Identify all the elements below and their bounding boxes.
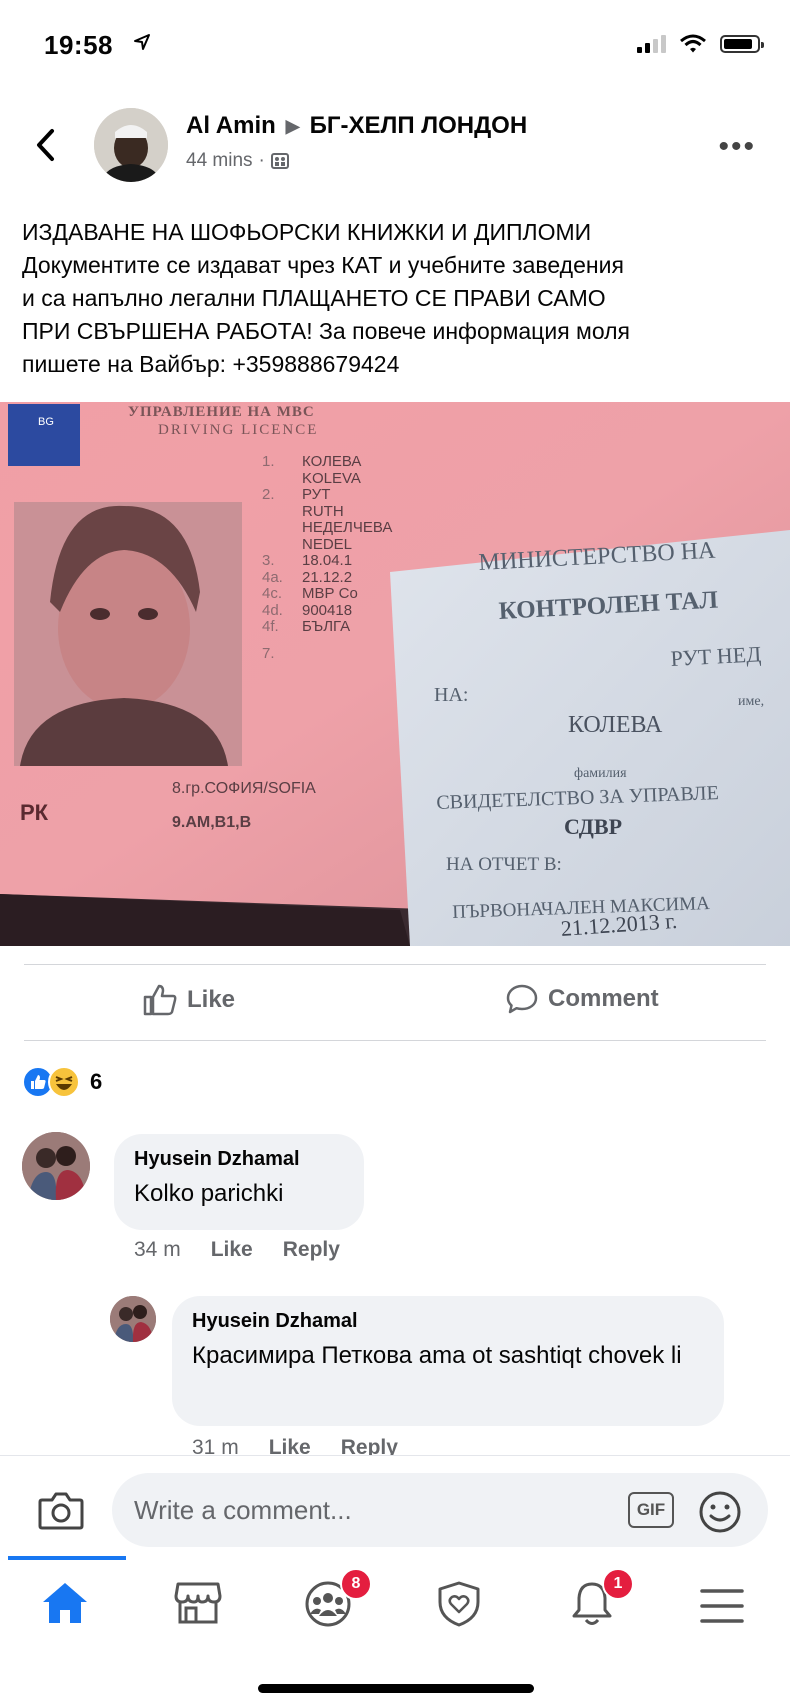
post-text-line: и са напълно легални ПЛАЩАНЕТО СЕ ПРАВИ … (22, 285, 606, 311)
licence-subheader: DRIVING LICENCE (158, 422, 319, 438)
licence-fields: 1. КОЛЕВА KOLEVA 2. РУТ RUTH НЕДЕЛЧЕВА NED… (262, 453, 393, 662)
nav-shield-icon[interactable] (436, 1580, 482, 1633)
licence-place: 8.гр.СОФИЯ/SOFIA (172, 780, 316, 797)
post-author[interactable]: Al Amin (186, 112, 276, 140)
licence-header: УПРАВЛЕНИЕ НА МВС (128, 404, 315, 420)
licence-field: 4f. БЪЛГА (262, 618, 351, 635)
comment-text: Kolko parichki (134, 1180, 284, 1207)
nav-menu-icon[interactable] (700, 1588, 744, 1629)
coupon-name: РУТ НЕД (670, 641, 762, 671)
licence-field: RUTH (302, 502, 344, 520)
arrow-right-icon: ▶ (285, 115, 300, 136)
comment-like-link[interactable]: Like (211, 1238, 253, 1262)
commenter-avatar[interactable] (110, 1296, 156, 1342)
licence-field: 4d. 900418 (262, 601, 353, 619)
post-meta: 44 mins · (186, 150, 289, 172)
post-text-line: ИЗДАВАНЕ НА ШОФЬОРСКИ КНИЖКИ И ДИПЛОМИ (22, 219, 592, 245)
commenter-avatar[interactable] (22, 1132, 90, 1200)
camera-icon[interactable] (38, 1490, 84, 1535)
coupon-familiya-label: фамилия (574, 766, 627, 781)
nav-home-icon[interactable] (40, 1580, 90, 1631)
more-options-icon[interactable]: ••• (718, 130, 756, 164)
location-arrow-icon (133, 33, 151, 56)
licence-country: BG (38, 416, 54, 428)
coupon-sdvr: СДВР (564, 814, 623, 839)
signal-icon (637, 35, 666, 53)
back-button[interactable] (34, 128, 56, 167)
nav-marketplace-icon[interactable] (174, 1580, 222, 1631)
divider (24, 964, 766, 965)
post-text-line: ПРИ СВЪРШЕНА РАБОТА! За повече информаци… (22, 318, 631, 344)
comment-author[interactable]: Hyusein Dzhamal (192, 1310, 704, 1333)
reactions-summary[interactable]: 6 (22, 1066, 102, 1098)
coupon-ime-label: име, (738, 694, 765, 709)
licence-field: 7. (262, 644, 275, 662)
home-indicator (258, 1684, 534, 1693)
comment-bubble: Hyusein Dzhamal Kolko parichki (114, 1134, 364, 1230)
divider (24, 1040, 766, 1041)
thumbs-up-icon (143, 984, 177, 1016)
reaction-count: 6 (90, 1069, 103, 1094)
comment-actions: 34 m Like Reply (134, 1238, 340, 1262)
post-group[interactable]: БГ-ХЕЛП ЛОНДОН (310, 112, 528, 140)
licence-field: KOLEVA (302, 469, 361, 487)
licence-field: НЕДЕЛЧЕВА (302, 519, 393, 536)
post-text-line: пишете на Вайбър: +359888679424 (22, 351, 400, 377)
coupon-otchet: НА ОТЧЕТ В: (446, 854, 562, 875)
emoji-icon[interactable] (698, 1490, 742, 1539)
post-text-line: Документите се издават чрез КАТ и учебни… (22, 252, 624, 278)
licence-field: 4c. МВР Со (262, 585, 358, 602)
like-button[interactable]: Like (143, 984, 235, 1016)
comment-text: Красимира Петкова ama ot sashtiqt chovek… (192, 1342, 682, 1369)
status-time: 19:58 (44, 30, 113, 60)
licence-mark: РК (20, 800, 49, 825)
comment-author[interactable]: Hyusein Dzhamal (134, 1148, 344, 1171)
post-photo[interactable]: УПРАВЛЕНИЕ НА МВС DRIVING LICENCE BG 1. К… (0, 402, 790, 946)
coupon-surname: КОЛЕВА (568, 712, 663, 738)
licence-field: 3. 18.04.1 (262, 552, 353, 569)
comment-bubble: Hyusein Dzhamal Красимира Петкова ama ot… (172, 1296, 724, 1426)
comment-icon (506, 984, 538, 1014)
comment-reply-link[interactable]: Reply (283, 1238, 340, 1262)
status-icons (637, 34, 764, 54)
haha-reaction-icon (48, 1066, 80, 1098)
post-author-line: Al Amin ▶ БГ-ХЕЛП ЛОНДОН (186, 112, 527, 140)
comment-label: Comment (548, 985, 659, 1012)
post-time[interactable]: 44 mins (186, 150, 253, 172)
gif-button[interactable]: GIF (628, 1492, 674, 1528)
battery-icon (720, 35, 764, 53)
licence-field: 2. РУТ (262, 486, 331, 503)
post-text: ИЗДАВАНЕ НА ШОФЬОРСКИ КНИЖКИ И ДИПЛОМИ Д… (22, 216, 772, 381)
comment-time: 34 m (134, 1238, 181, 1261)
licence-categories: 9.AM,B1,B (172, 814, 252, 831)
wifi-icon (680, 34, 706, 53)
like-label: Like (187, 986, 236, 1013)
licence-field: 1. КОЛЕВА (262, 453, 362, 470)
comment-button[interactable]: Comment (506, 984, 659, 1014)
groups-badge: 8 (340, 1568, 372, 1600)
coupon-na-label: НА: (434, 684, 469, 706)
author-avatar[interactable] (94, 108, 168, 182)
comment-input-placeholder: Write a comment... (134, 1495, 352, 1525)
group-audience-icon (270, 153, 289, 169)
nav-active-indicator (8, 1556, 126, 1560)
notifications-badge: 1 (602, 1568, 634, 1600)
licence-field: 4a. 21.12.2 (262, 568, 353, 586)
licence-field: NEDEL (302, 535, 353, 553)
